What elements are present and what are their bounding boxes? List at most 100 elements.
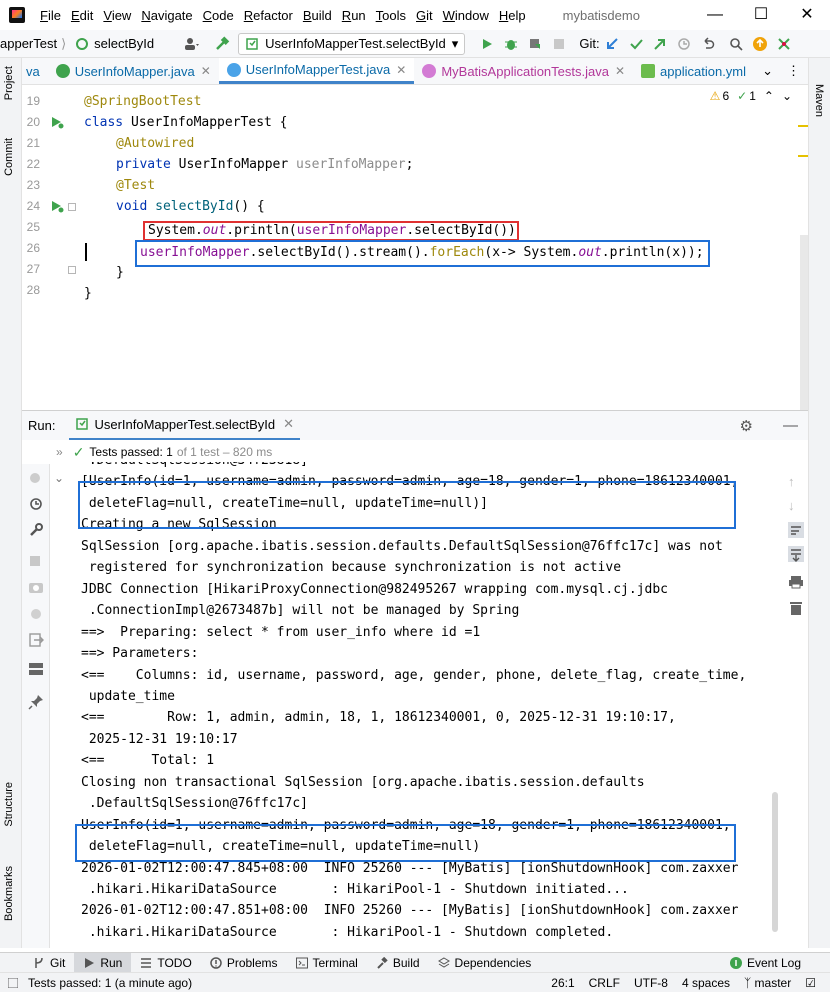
gear-icon[interactable]: ⚙ — [740, 417, 753, 435]
arrow-up-icon[interactable]: ↑ — [788, 474, 804, 490]
settings-muted-icon[interactable] — [28, 606, 44, 622]
menu-run[interactable]: Run — [337, 8, 371, 23]
menu-navigate[interactable]: Navigate — [136, 8, 197, 23]
history-icon[interactable] — [672, 33, 696, 55]
line-separator[interactable]: CRLF — [589, 976, 620, 990]
stop-icon[interactable] — [28, 554, 44, 570]
hammer-icon[interactable] — [210, 33, 234, 55]
menu-code[interactable]: Code — [198, 8, 239, 23]
debug-icon[interactable] — [499, 33, 523, 55]
arrow-down-icon[interactable]: ↓ — [788, 498, 804, 514]
soft-wrap-icon[interactable] — [788, 522, 804, 538]
warning-marker[interactable] — [798, 125, 808, 127]
editor-scrollbar[interactable] — [800, 235, 808, 410]
tab-terminal[interactable]: Terminal — [287, 953, 367, 972]
status-message[interactable]: Tests passed: 1 (a minute ago) — [28, 976, 192, 990]
menu-tools[interactable]: Tools — [371, 8, 411, 23]
close-tab-icon[interactable]: ✕ — [615, 64, 625, 78]
tab-problems[interactable]: Problems — [201, 953, 287, 972]
menu-help[interactable]: Help — [494, 8, 531, 23]
run-tab[interactable]: UserInfoMapperTest.selectById ✕ — [69, 411, 301, 441]
print-icon[interactable] — [788, 574, 804, 590]
close-tab-icon[interactable]: ✕ — [283, 416, 294, 432]
expand-icon[interactable]: » — [56, 445, 63, 459]
indent-setting[interactable]: 4 spaces — [682, 976, 730, 990]
breadcrumb-method[interactable]: selectById — [94, 36, 154, 51]
maximize-icon[interactable]: ☐ — [738, 0, 784, 30]
menu-view[interactable]: View — [98, 8, 136, 23]
code-editor[interactable]: 19 20 21 22 23 24 25 26 27 28 ⚠ 6 ✓ 1 ⌃ ⌄ … — [22, 85, 808, 410]
layout-icon[interactable] — [28, 662, 44, 678]
close-tab-icon[interactable]: ✕ — [201, 64, 211, 78]
status-square-icon[interactable] — [8, 977, 18, 988]
project-tool-button[interactable]: Project — [3, 66, 15, 100]
scroll-to-end-icon[interactable] — [788, 546, 804, 562]
tab-run[interactable]: Run — [74, 953, 132, 972]
coverage-icon[interactable] — [523, 33, 547, 55]
git-push-icon[interactable] — [648, 33, 672, 55]
tab-va[interactable]: va — [22, 58, 48, 84]
stop-icon[interactable] — [547, 33, 571, 55]
chevron-down-icon[interactable]: ⌄ — [782, 89, 792, 103]
run-configuration-select[interactable]: UserInfoMapperTest.selectById ▾ — [238, 32, 466, 55]
chevron-down-icon[interactable]: ⌄ — [762, 63, 773, 79]
tab-application-yml[interactable]: application.yml — [633, 58, 754, 84]
tab-dependencies[interactable]: Dependencies — [429, 953, 541, 972]
plugin-icon[interactable] — [772, 33, 796, 55]
camera-icon[interactable] — [28, 580, 44, 596]
menu-build[interactable]: Build — [298, 8, 337, 23]
minimize-icon[interactable]: — — [692, 0, 738, 30]
tab-mybatisapplicationtests[interactable]: MyBatisApplicationTests.java ✕ — [414, 58, 633, 84]
fold-icon[interactable] — [68, 266, 76, 274]
chevron-up-icon[interactable]: ⌃ — [764, 89, 774, 103]
wrench-icon[interactable] — [28, 522, 44, 538]
menu-window[interactable]: Window — [438, 8, 494, 23]
console-output[interactable]: .DefaultSqlSession@34f23818][UserInfo(id… — [72, 462, 778, 948]
toggle-auto-test-icon[interactable] — [28, 496, 44, 512]
tab-userinfomapper[interactable]: UserInfoMapper.java ✕ — [48, 58, 219, 84]
git-branch[interactable]: ᛉ master — [744, 976, 791, 990]
user-icon[interactable] — [180, 33, 204, 55]
event-log-button[interactable]: Event Log — [721, 953, 810, 972]
run-icon[interactable] — [475, 33, 499, 55]
file-encoding[interactable]: UTF-8 — [634, 976, 668, 990]
more-icon[interactable]: ⋮ — [787, 63, 800, 79]
tab-todo[interactable]: TODO — [131, 953, 200, 972]
git-update-icon[interactable] — [600, 33, 624, 55]
update-available-icon[interactable] — [748, 33, 772, 55]
trash-icon[interactable] — [788, 600, 804, 616]
chevron-down-icon[interactable]: ⌄ — [54, 471, 64, 485]
intellij-logo-icon[interactable] — [9, 7, 25, 23]
run-test-gutter-icon[interactable] — [50, 115, 64, 129]
git-commit-icon[interactable] — [624, 33, 648, 55]
rollback-icon[interactable] — [696, 33, 720, 55]
main-menu: File Edit View Navigate Code Refactor Bu… — [35, 8, 531, 23]
tab-build[interactable]: Build — [367, 953, 429, 972]
inspection-widget[interactable]: ⚠ 6 ✓ 1 ⌃ ⌄ — [710, 89, 792, 103]
line-number: 20 — [26, 115, 40, 129]
lock-icon[interactable]: ☑ — [805, 976, 816, 990]
pin-icon[interactable] — [28, 694, 44, 710]
console-scrollbar[interactable] — [772, 792, 778, 932]
search-icon[interactable] — [724, 33, 748, 55]
menu-refactor[interactable]: Refactor — [239, 8, 298, 23]
menu-git[interactable]: Git — [411, 8, 438, 23]
fold-icon[interactable] — [68, 203, 76, 211]
minimize-panel-icon[interactable]: — — [783, 417, 798, 434]
structure-tool-button[interactable]: Structure — [3, 782, 15, 827]
commit-tool-button[interactable]: Commit — [3, 138, 15, 176]
exit-icon[interactable] — [28, 632, 44, 648]
close-icon[interactable]: ✕ — [784, 0, 830, 30]
menu-file[interactable]: File — [35, 8, 66, 23]
menu-edit[interactable]: Edit — [66, 8, 98, 23]
bookmarks-tool-button[interactable]: Bookmarks — [3, 866, 15, 921]
close-tab-icon[interactable]: ✕ — [396, 63, 406, 77]
breadcrumb-class[interactable]: apperTest — [0, 36, 57, 51]
tab-git[interactable]: Git — [24, 953, 74, 972]
rerun-failed-icon[interactable] — [28, 470, 44, 486]
warning-marker[interactable] — [798, 155, 808, 157]
caret-position[interactable]: 26:1 — [551, 976, 574, 990]
run-test-gutter-icon[interactable] — [50, 199, 64, 213]
tab-userinfomappertest[interactable]: UserInfoMapperTest.java ✕ — [218, 58, 415, 84]
maven-tool-button[interactable]: Maven — [813, 84, 825, 117]
